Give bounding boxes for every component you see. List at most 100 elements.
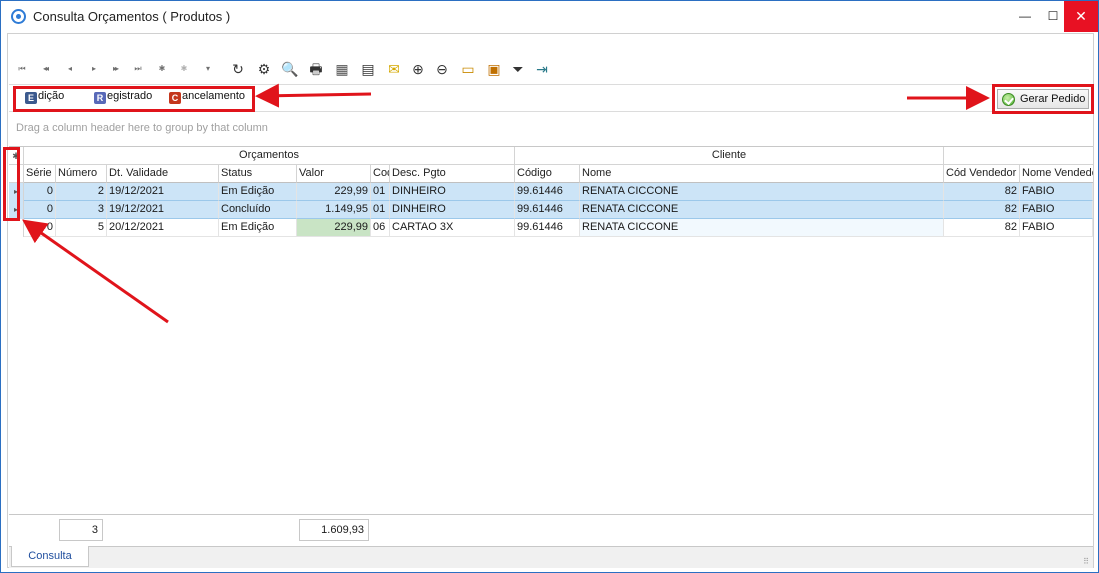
client-area: ⏮ ◂◂ ◂ ▸ ▸▸ ⏭ ✱ ✱ ▾ ↻ ⚙ 🔍 🖶 ▦ ▤ ✉ ⊕ ⊖ ▭ … <box>7 33 1094 568</box>
tab-bar: Consulta ⠿ <box>9 546 1093 568</box>
col-nome-vendedor[interactable]: Nome Vendedor <box>1020 165 1093 183</box>
zoom-out-icon[interactable]: ⊖ <box>432 59 452 79</box>
cell-codigo[interactable]: 99.61446 <box>515 201 580 219</box>
cell-desc-pgto[interactable]: DINHEIRO <box>390 201 515 219</box>
col-codigo[interactable]: Código <box>515 165 580 183</box>
next-record-icon[interactable]: ▸ <box>86 62 100 76</box>
prev-page-icon[interactable]: ◂◂ <box>38 62 52 76</box>
table-row[interactable]: ▸ 0 2 19/12/2021 Em Edição 229,99 01 DIN… <box>9 183 1093 201</box>
col-status[interactable]: Status <box>219 165 297 183</box>
col-validade[interactable]: Dt. Validade <box>107 165 219 183</box>
legend-registrado: Registrado <box>94 90 152 104</box>
cell-nome-vendedor[interactable]: FABIO <box>1020 201 1093 219</box>
legend-cancelamento-label: ancelamento <box>182 90 245 102</box>
col-serie[interactable]: Série <box>24 165 56 183</box>
cell-nome[interactable]: RENATA CICCONE <box>580 201 944 219</box>
registrado-badge-icon: R <box>94 92 106 104</box>
col-numero[interactable]: Número <box>56 165 107 183</box>
table-row[interactable]: 0 5 20/12/2021 Em Edição 229,99 06 CARTA… <box>9 219 1093 237</box>
export-icon[interactable]: ▦ <box>332 59 352 79</box>
summary-footer: 3 1.609,93 <box>9 514 1093 544</box>
cell-status[interactable]: Em Edição <box>219 183 297 201</box>
gerar-pedido-label: Gerar Pedido <box>1020 93 1086 105</box>
cell-cod-vendedor[interactable]: 82 <box>944 219 1020 237</box>
close-button[interactable]: ✕ <box>1064 1 1098 32</box>
col-cod-vendedor[interactable]: Cód Vendedor <box>944 165 1020 183</box>
window-title: Consulta Orçamentos ( Produtos ) <box>33 9 231 24</box>
cell-cod-pgto[interactable]: 01 <box>371 201 390 219</box>
band-cliente[interactable]: Cliente <box>515 147 944 165</box>
layout-icon[interactable]: ▭ <box>458 59 478 79</box>
edicao-badge-icon: E <box>25 92 37 104</box>
cell-cod-pgto[interactable]: 01 <box>371 183 390 201</box>
refresh-icon[interactable]: ↻ <box>228 59 248 79</box>
gerar-pedido-button[interactable]: Gerar Pedido <box>997 89 1089 109</box>
filter-record-icon[interactable]: ▾ <box>200 62 214 76</box>
cell-status[interactable]: Em Edição <box>219 219 297 237</box>
cell-nome-vendedor[interactable]: FABIO <box>1020 219 1093 237</box>
cell-validade[interactable]: 19/12/2021 <box>107 183 219 201</box>
zoom-in-icon[interactable]: ⊕ <box>408 59 428 79</box>
cell-valor-focused[interactable]: 229,99 <box>297 219 371 237</box>
row-indicator-icon[interactable] <box>9 219 24 237</box>
legend-cancelamento: Cancelamento <box>169 90 245 104</box>
cell-serie[interactable]: 0 <box>24 183 56 201</box>
toolbar: ⏮ ◂◂ ◂ ▸ ▸▸ ⏭ ✱ ✱ ▾ ↻ ⚙ 🔍 🖶 ▦ ▤ ✉ ⊕ ⊖ ▭ … <box>10 56 1090 82</box>
exit-icon[interactable]: ⇥ <box>532 59 552 79</box>
col-nome[interactable]: Nome <box>580 165 944 183</box>
prev-record-icon[interactable]: ◂ <box>62 62 76 76</box>
cell-desc-pgto[interactable]: DINHEIRO <box>390 183 515 201</box>
check-circle-icon <box>1002 93 1015 106</box>
next-page-icon[interactable]: ▸▸ <box>108 62 122 76</box>
insert-record-icon[interactable]: ✱ <box>154 62 168 76</box>
cell-cod-pgto[interactable]: 06 <box>371 219 390 237</box>
print-preview-icon[interactable]: 🔍 <box>280 59 300 79</box>
legend-registrado-label: egistrado <box>107 90 153 102</box>
cancelamento-badge-icon: C <box>169 92 181 104</box>
delete-record-icon[interactable]: ✱ <box>176 62 190 76</box>
cell-numero[interactable]: 2 <box>56 183 107 201</box>
cell-desc-pgto[interactable]: CARTAO 3X <box>390 219 515 237</box>
cell-codigo[interactable]: 99.61446 <box>515 219 580 237</box>
row-indicator-highlight-box <box>3 147 20 221</box>
col-desc-pgto[interactable]: Desc. Pgto <box>390 165 515 183</box>
group-by-panel[interactable]: Drag a column header here to group by th… <box>16 122 268 134</box>
mail-icon[interactable]: ✉ <box>384 59 404 79</box>
cell-cod-vendedor[interactable]: 82 <box>944 201 1020 219</box>
last-record-icon[interactable]: ⏭ <box>130 62 144 76</box>
cell-valor[interactable]: 1.149,95 <box>297 201 371 219</box>
cell-nome[interactable]: RENATA CICCONE <box>580 183 944 201</box>
cell-cod-vendedor[interactable]: 82 <box>944 183 1020 201</box>
cell-nome[interactable]: RENATA CICCONE <box>580 219 944 237</box>
cell-validade[interactable]: 20/12/2021 <box>107 219 219 237</box>
cell-numero[interactable]: 5 <box>56 219 107 237</box>
summary-count: 3 <box>59 519 103 541</box>
cell-serie[interactable]: 0 <box>24 201 56 219</box>
band-orcamentos[interactable]: Orçamentos <box>24 147 515 165</box>
cell-validade[interactable]: 19/12/2021 <box>107 201 219 219</box>
gerar-pedido-highlight-box: Gerar Pedido <box>992 84 1094 114</box>
window-icon[interactable]: ▣ <box>484 59 504 79</box>
col-cod-pgto[interactable]: Cod <box>371 165 390 183</box>
first-record-icon[interactable]: ⏮ <box>14 62 28 76</box>
summary-total: 1.609,93 <box>299 519 369 541</box>
tab-consulta[interactable]: Consulta <box>11 546 89 567</box>
cell-valor[interactable]: 229,99 <box>297 183 371 201</box>
orcamentos-grid[interactable]: ✱ Orçamentos Cliente Série Número Dt. Va… <box>9 146 1093 516</box>
resize-grip-icon[interactable]: ⠿ <box>1083 557 1089 566</box>
cell-numero[interactable]: 3 <box>56 201 107 219</box>
col-valor[interactable]: Valor <box>297 165 371 183</box>
cell-serie[interactable]: 0 <box>24 219 56 237</box>
filter-icon[interactable]: ⏷ <box>508 59 528 79</box>
legend-edicao-label: dição <box>38 90 65 102</box>
band-vendedor <box>944 147 1093 165</box>
table-row[interactable]: ▸ 0 3 19/12/2021 Concluído 1.149,95 01 D… <box>9 201 1093 219</box>
cell-status[interactable]: Concluído <box>219 201 297 219</box>
settings-icon[interactable]: ⚙ <box>254 59 274 79</box>
cell-nome-vendedor[interactable]: FABIO <box>1020 183 1093 201</box>
minimize-button[interactable]: — <box>1010 1 1040 32</box>
copy-icon[interactable]: ▤ <box>358 59 378 79</box>
title-bar[interactable]: Consulta Orçamentos ( Produtos ) — ☐ ✕ <box>1 1 1098 32</box>
cell-codigo[interactable]: 99.61446 <box>515 183 580 201</box>
printer-icon[interactable]: 🖶 <box>306 59 326 79</box>
